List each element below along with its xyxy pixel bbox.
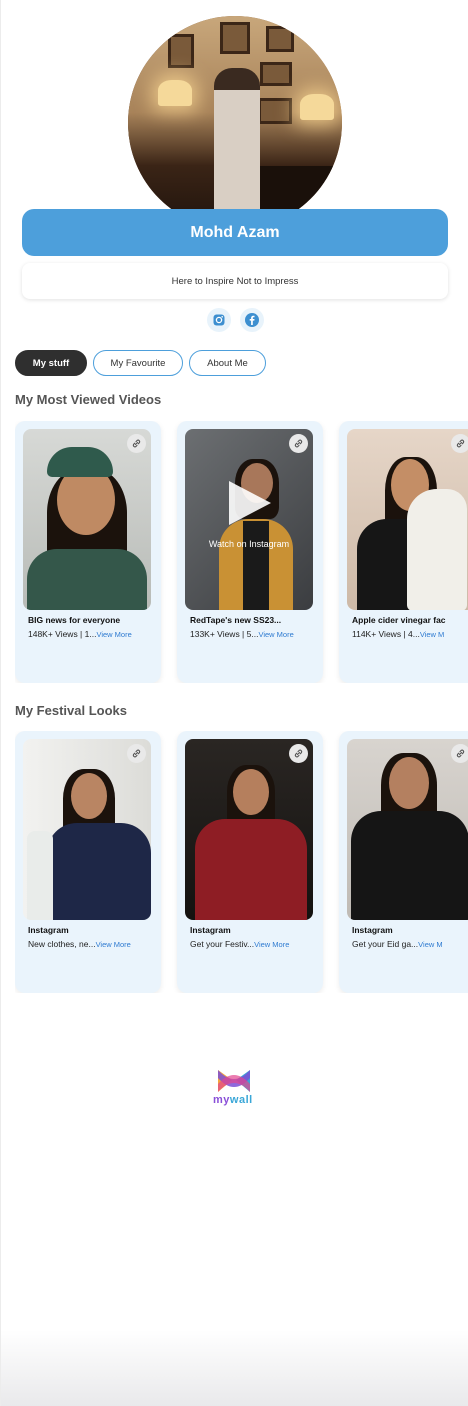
video-thumbnail[interactable]: Watch on Instagram <box>185 429 313 610</box>
card-title: Instagram <box>28 925 69 935</box>
card-title: Instagram <box>352 925 393 935</box>
card-subtitle: Get your Eid ga...View M <box>352 939 468 950</box>
link-icon[interactable] <box>127 744 146 763</box>
post-card[interactable]: Instagram Get your Festiv...View More <box>177 731 323 993</box>
tab-my-stuff[interactable]: My stuff <box>15 350 87 376</box>
profile-page: Mohd Azam Here to Inspire Not to Impress… <box>0 0 468 1406</box>
card-views: 133K+ Views | 5... <box>190 629 259 639</box>
tab-about-me[interactable]: About Me <box>189 350 266 376</box>
festival-looks-carousel[interactable]: Instagram New clothes, ne...View More In… <box>15 731 468 993</box>
card-title: BIG news for everyone <box>28 615 121 625</box>
card-subtitle: 114K+ Views | 4...View M <box>352 629 468 640</box>
card-title: Apple cider vinegar fac <box>352 615 446 625</box>
video-thumbnail[interactable] <box>347 429 468 610</box>
play-icon[interactable] <box>229 481 271 525</box>
link-icon[interactable] <box>451 434 468 453</box>
card-views: 148K+ Views | 1... <box>28 629 97 639</box>
post-card[interactable]: Instagram Get your Eid ga...View M <box>339 731 468 993</box>
card-caption: Get your Festiv... <box>190 939 255 949</box>
post-thumbnail[interactable] <box>23 739 151 920</box>
instagram-icon[interactable] <box>207 308 231 332</box>
card-subtitle: Get your Festiv...View More <box>190 939 318 950</box>
profile-tagline: Here to Inspire Not to Impress <box>22 263 448 299</box>
tab-my-favourite[interactable]: My Favourite <box>93 350 183 376</box>
card-views: 114K+ Views | 4... <box>352 629 420 639</box>
view-more-link[interactable]: View More <box>258 630 293 639</box>
link-icon[interactable] <box>289 744 308 763</box>
most-viewed-carousel[interactable]: BIG news for everyone 148K+ Views | 1...… <box>15 421 468 683</box>
card-caption: New clothes, ne... <box>28 939 96 949</box>
card-subtitle: 133K+ Views | 5...View More <box>190 629 318 640</box>
mywall-logo-text: mywall <box>213 1094 253 1106</box>
post-thumbnail[interactable] <box>347 739 468 920</box>
link-icon[interactable] <box>289 434 308 453</box>
video-card[interactable]: Watch on Instagram RedTape's new SS23...… <box>177 421 323 683</box>
card-subtitle: 148K+ Views | 1...View More <box>28 629 156 640</box>
video-thumbnail[interactable] <box>23 429 151 610</box>
section-title-most-viewed: My Most Viewed Videos <box>15 392 162 407</box>
view-more-link[interactable]: View M <box>420 630 444 639</box>
video-card[interactable]: Apple cider vinegar fac 114K+ Views | 4.… <box>339 421 468 683</box>
post-card[interactable]: Instagram New clothes, ne...View More <box>15 731 161 993</box>
watch-on-instagram-label: Watch on Instagram <box>208 539 290 549</box>
video-card[interactable]: BIG news for everyone 148K+ Views | 1...… <box>15 421 161 683</box>
card-title: Instagram <box>190 925 231 935</box>
card-title: RedTape's new SS23... <box>190 615 282 625</box>
card-caption: Get your Eid ga... <box>352 939 419 949</box>
view-more-link[interactable]: View More <box>96 940 131 949</box>
view-more-link[interactable]: View More <box>254 940 289 949</box>
view-more-link[interactable]: View M <box>418 940 442 949</box>
profile-tabs: My stuff My Favourite About Me <box>15 350 266 376</box>
facebook-icon[interactable] <box>240 308 264 332</box>
view-more-link[interactable]: View More <box>96 630 131 639</box>
profile-avatar <box>128 16 342 230</box>
link-icon[interactable] <box>451 744 468 763</box>
section-title-festival-looks: My Festival Looks <box>15 703 127 718</box>
profile-name: Mohd Azam <box>22 209 448 256</box>
post-thumbnail[interactable] <box>185 739 313 920</box>
card-subtitle: New clothes, ne...View More <box>28 939 156 950</box>
link-icon[interactable] <box>127 434 146 453</box>
